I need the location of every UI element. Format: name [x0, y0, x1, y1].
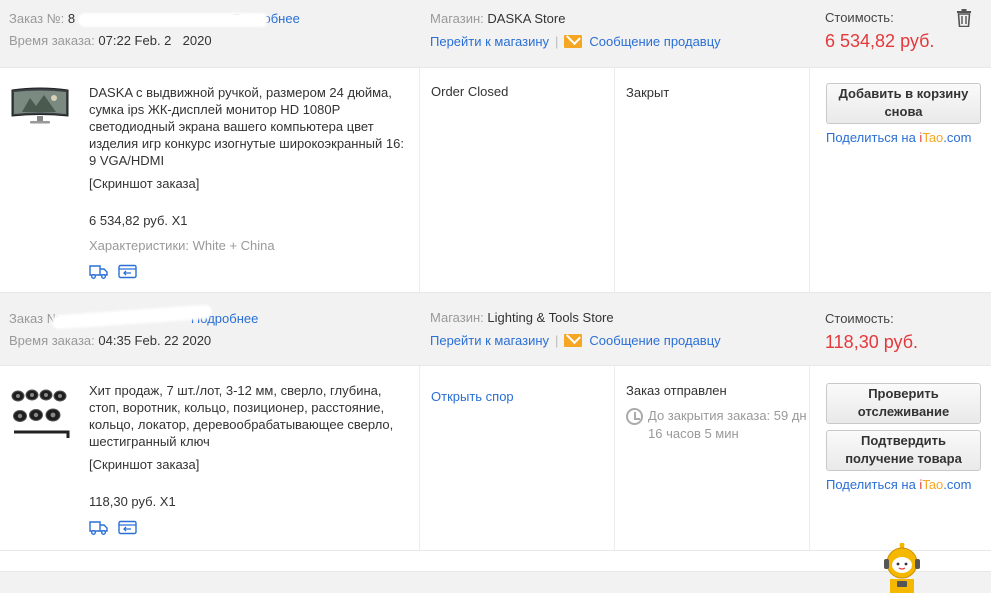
product-price-qty: 118,30 руб. X1	[89, 494, 176, 509]
robot-assistant-icon[interactable]	[880, 543, 924, 593]
store-label: Магазин:	[430, 11, 484, 26]
order-cost: Стоимость: 6 534,82 руб.	[825, 10, 934, 52]
order-time-line: Время заказа: 07:22 Feb. 2 2020	[9, 33, 212, 48]
product-image-drill-stops[interactable]	[10, 386, 76, 442]
product-info: Хит продаж, 7 шт./лот, 3-12 мм, сверло, …	[89, 382, 414, 535]
share-itao-link[interactable]: Поделиться на iTao.com	[826, 130, 981, 145]
column-divider	[614, 366, 615, 550]
cost-value: 6 534,82 руб.	[825, 31, 935, 51]
trash-icon[interactable]	[956, 9, 972, 27]
message-seller-link[interactable]: Сообщение продавцу	[589, 34, 720, 49]
column-divider	[419, 68, 420, 292]
confirm-receipt-button[interactable]: Подтвердить получение товара	[826, 430, 981, 471]
store-info: Магазин: Lighting & Tools Store Перейти …	[430, 310, 721, 348]
return-icon[interactable]	[118, 520, 137, 535]
store-name: DASKA Store	[487, 11, 566, 26]
shipping-icon[interactable]	[89, 264, 108, 279]
order-state-label: Закрыт	[626, 85, 670, 100]
order-number-label: Заказ №:	[9, 11, 65, 26]
order-snapshot-link[interactable]: [Скриншот заказа]	[89, 176, 199, 191]
cost-value: 118,30 руб.	[825, 332, 919, 352]
order-header: Заказ № Подробнее Время заказа: 04:35 Fe…	[0, 293, 991, 366]
order-header: Заказ №: 8 Подробнее Время заказа: 07:22…	[0, 0, 991, 68]
message-seller-link[interactable]: Сообщение продавцу	[589, 333, 720, 348]
store-label: Магазин:	[430, 310, 484, 325]
return-icon[interactable]	[118, 264, 137, 279]
order-time-year: 2020	[182, 33, 212, 48]
order-snapshot-link[interactable]: [Скриншот заказа]	[89, 457, 199, 472]
share-prefix: Поделиться на	[826, 130, 920, 145]
order-actions: Добавить в корзину снова Поделиться на i…	[826, 83, 981, 145]
separator: |	[555, 333, 559, 348]
order-state: Заказ отправлен До закрытия заказа: 59 д…	[626, 382, 811, 443]
timer-text: До закрытия заказа: 59 дн 16 часов 5 мин	[648, 408, 807, 441]
order-card: Заказ № Подробнее Время заказа: 04:35 Fe…	[0, 293, 991, 551]
redaction-mark	[78, 13, 268, 27]
order-close-timer: До закрытия заказа: 59 дн 16 часов 5 мин	[626, 407, 811, 443]
order-status-text: Order Closed	[431, 84, 509, 99]
order-cost: Стоимость: 118,30 руб.	[825, 311, 918, 353]
store-info: Магазин: DASKA Store Перейти к магазину |…	[430, 11, 721, 49]
store-name: Lighting & Tools Store	[487, 310, 614, 325]
product-info: DASKA с выдвижной ручкой, размером 24 дю…	[89, 84, 414, 279]
order-number: 8	[67, 11, 76, 26]
share-prefix: Поделиться на	[826, 477, 920, 492]
order-body: Хит продаж, 7 шт./лот, 3-12 мм, сверло, …	[0, 366, 991, 551]
service-icons	[89, 264, 414, 279]
cost-label: Стоимость:	[825, 10, 894, 25]
product-title-link[interactable]: DASKA с выдвижной ручкой, размером 24 дю…	[89, 85, 404, 168]
itao-com: .com	[943, 130, 972, 145]
order-actions: Проверить отслеживание Подтвердить получ…	[826, 383, 981, 492]
order-state-label: Заказ отправлен	[626, 383, 727, 398]
itao-tao: Tao	[922, 130, 944, 145]
share-itao-link[interactable]: Поделиться на iTao.com	[826, 477, 981, 492]
itao-com: .com	[943, 477, 972, 492]
product-specs: Характеристики: White + China	[89, 238, 275, 253]
shipping-icon[interactable]	[89, 520, 108, 535]
column-divider	[419, 366, 420, 550]
mail-icon[interactable]	[564, 334, 583, 347]
mail-icon[interactable]	[564, 35, 583, 48]
order-time-label: Время заказа:	[9, 333, 95, 348]
order-time-line: Время заказа: 04:35 Feb. 22 2020	[9, 333, 211, 348]
order-body: DASKA с выдвижной ручкой, размером 24 дю…	[0, 68, 991, 293]
footer-bar	[0, 571, 991, 593]
product-image-monitor[interactable]	[10, 86, 70, 126]
clock-icon	[626, 408, 643, 425]
order-card: Заказ №: 8 Подробнее Время заказа: 07:22…	[0, 0, 991, 293]
add-to-cart-again-button[interactable]: Добавить в корзину снова	[826, 83, 981, 124]
product-title-link[interactable]: Хит продаж, 7 шт./лот, 3-12 мм, сверло, …	[89, 383, 393, 449]
order-time-value: 04:35 Feb. 22 2020	[98, 333, 212, 348]
service-icons	[89, 520, 414, 535]
order-time-value: 07:22 Feb. 2	[98, 33, 172, 48]
go-to-store-link[interactable]: Перейти к магазину	[430, 34, 549, 49]
cost-label: Стоимость:	[825, 311, 894, 326]
column-divider	[614, 68, 615, 292]
order-state: Закрыт	[626, 84, 811, 102]
check-tracking-button[interactable]: Проверить отслеживание	[826, 383, 981, 424]
product-price-qty: 6 534,82 руб. X1	[89, 213, 188, 228]
go-to-store-link[interactable]: Перейти к магазину	[430, 333, 549, 348]
itao-tao: Tao	[922, 477, 944, 492]
order-time-label: Время заказа:	[9, 33, 95, 48]
open-dispute-link[interactable]: Открыть спор	[431, 389, 514, 404]
separator: |	[555, 34, 559, 49]
